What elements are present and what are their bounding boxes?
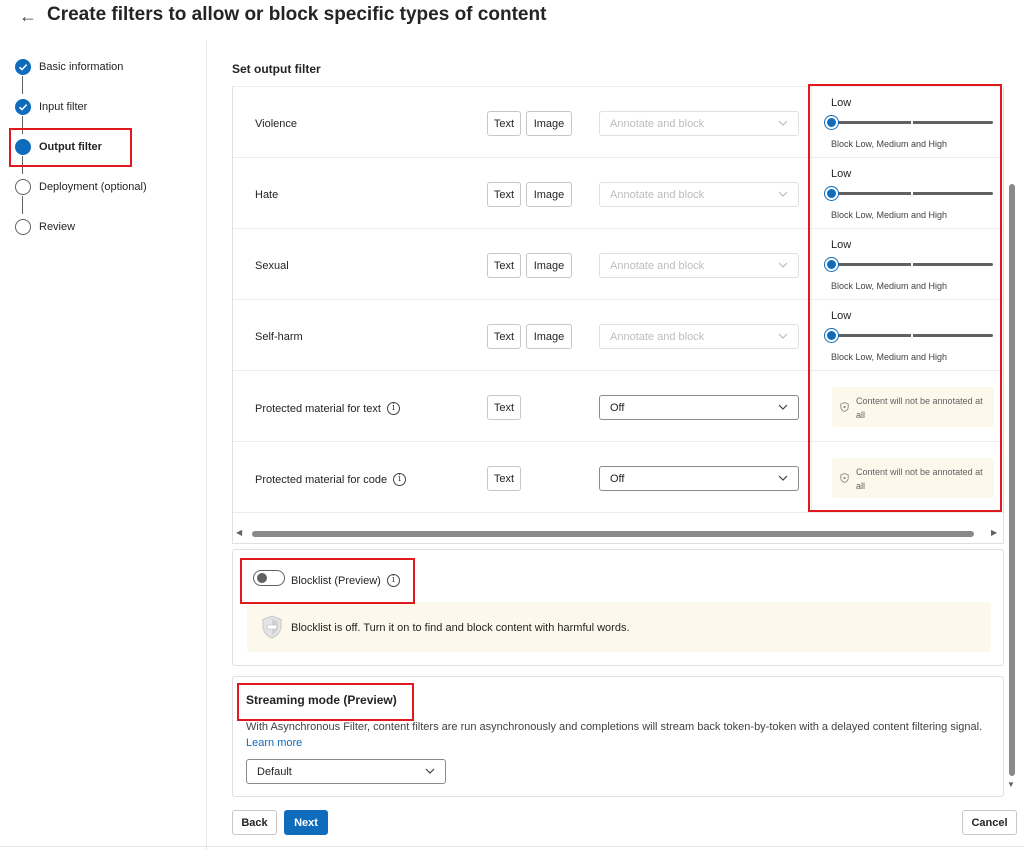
scrollbar-thumb[interactable] <box>1009 184 1015 776</box>
chevron-down-icon <box>778 333 788 339</box>
action-select[interactable]: Annotate and block <box>599 111 799 136</box>
filter-name: Protected material for code i <box>255 473 407 486</box>
horizontal-scrollbar[interactable]: ◀ ▶ <box>232 527 1004 541</box>
next-button[interactable]: Next <box>284 810 328 835</box>
chevron-down-icon <box>778 262 788 268</box>
highlight-box-blocklist <box>240 558 415 604</box>
chevron-down-icon <box>778 191 788 197</box>
checkmark-icon <box>15 59 31 75</box>
step-label: Basic information <box>39 61 124 73</box>
filter-name: Sexual <box>255 260 289 272</box>
empty-circle-icon <box>15 219 31 235</box>
scroll-down-icon[interactable]: ▼ <box>1007 780 1015 789</box>
action-select[interactable]: Off <box>599 395 799 420</box>
scrollbar-thumb[interactable] <box>252 531 974 537</box>
info-icon[interactable]: i <box>393 473 407 486</box>
filter-name: Violence <box>255 118 297 130</box>
highlight-box-thresholds <box>808 84 1002 512</box>
chevron-down-icon <box>425 768 435 774</box>
text-chip[interactable]: Text <box>487 324 521 349</box>
chevron-down-icon <box>778 120 788 126</box>
step-label: Input filter <box>39 101 88 113</box>
shield-icon <box>262 615 282 639</box>
highlight-box-streaming <box>237 683 414 721</box>
empty-circle-icon <box>15 179 31 195</box>
scroll-right-icon[interactable]: ▶ <box>991 528 997 537</box>
action-select[interactable]: Annotate and block <box>599 182 799 207</box>
action-select[interactable]: Annotate and block <box>599 324 799 349</box>
step-label: Review <box>39 221 76 233</box>
text-chip[interactable]: Text <box>487 182 521 207</box>
arrow-left-icon[interactable]: ← <box>19 6 37 27</box>
section-title: Set output filter <box>232 62 321 76</box>
action-select[interactable]: Off <box>599 466 799 491</box>
learn-more-link[interactable]: Learn more <box>246 737 302 749</box>
step-review[interactable]: Review <box>0 212 206 242</box>
image-chip[interactable]: Image <box>526 324 572 349</box>
text-chip[interactable]: Text <box>487 466 521 491</box>
chevron-down-icon <box>778 404 788 410</box>
chevron-down-icon <box>778 475 788 481</box>
streaming-description: With Asynchronous Filter, content filter… <box>246 721 983 749</box>
step-label: Deployment (optional) <box>39 181 147 193</box>
image-chip[interactable]: Image <box>526 182 572 207</box>
image-chip[interactable]: Image <box>526 253 572 278</box>
filter-name: Protected material for text i <box>255 402 400 415</box>
image-chip[interactable]: Image <box>526 111 572 136</box>
text-chip[interactable]: Text <box>487 395 521 420</box>
step-input-filter[interactable]: Input filter <box>0 92 206 122</box>
back-button[interactable]: Back <box>232 810 277 835</box>
highlight-box-current-step <box>9 128 132 167</box>
filter-name: Hate <box>255 189 279 201</box>
checkmark-icon <box>15 99 31 115</box>
cancel-button[interactable]: Cancel <box>962 810 1017 835</box>
blocklist-message-bar: Blocklist is off. Turn it on to find and… <box>247 602 991 652</box>
streaming-mode-select[interactable]: Default <box>246 759 446 784</box>
page-header: ← Create filters to allow or block speci… <box>0 0 1024 38</box>
vertical-scrollbar[interactable]: ▼ <box>1006 86 1018 796</box>
scroll-left-icon[interactable]: ◀ <box>236 528 242 537</box>
action-select[interactable]: Annotate and block <box>599 253 799 278</box>
step-basic-information[interactable]: Basic information <box>0 52 206 82</box>
bottom-divider <box>0 846 1024 847</box>
sidebar-divider <box>206 40 207 850</box>
text-chip[interactable]: Text <box>487 253 521 278</box>
info-icon[interactable]: i <box>386 402 400 415</box>
filter-name: Self-harm <box>255 331 303 343</box>
text-chip[interactable]: Text <box>487 111 521 136</box>
step-deployment[interactable]: Deployment (optional) <box>0 172 206 202</box>
blocklist-message: Blocklist is off. Turn it on to find and… <box>291 622 630 634</box>
page-title: Create filters to allow or block specifi… <box>47 4 547 25</box>
